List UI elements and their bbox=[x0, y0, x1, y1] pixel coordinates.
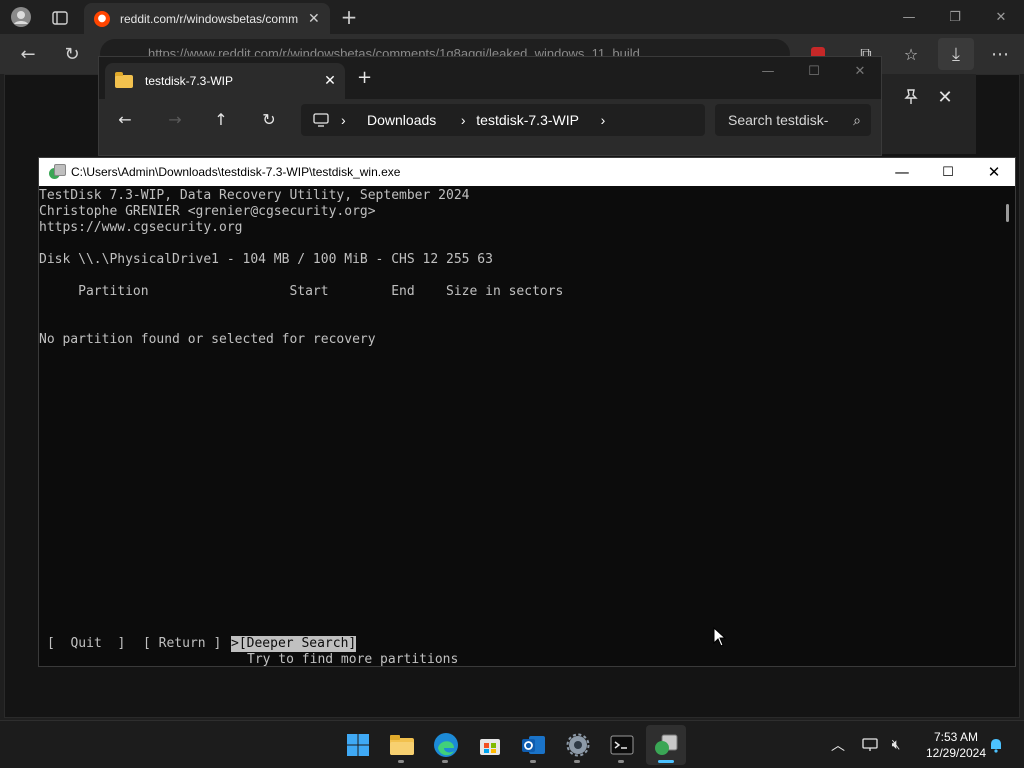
console-line-disk: Disk \\.\PhysicalDrive1 - 104 MB / 100 M… bbox=[39, 252, 493, 267]
running-indicator bbox=[442, 760, 448, 763]
console-scrollbar[interactable] bbox=[1001, 186, 1015, 666]
new-tab-icon[interactable]: + bbox=[357, 67, 372, 88]
breadcrumb-current-folder[interactable]: testdisk-7.3-WIP bbox=[476, 112, 593, 128]
back-icon[interactable]: ← bbox=[16, 42, 40, 66]
menu-deeper-search[interactable]: >[Deeper Search] bbox=[231, 636, 357, 652]
mouse-pointer-icon bbox=[713, 627, 727, 647]
breadcrumb[interactable]: › Downloads › testdisk-7.3-WIP › bbox=[301, 104, 705, 136]
running-indicator bbox=[398, 760, 404, 763]
reddit-icon: ● bbox=[94, 10, 110, 27]
browser-restore-icon[interactable]: ❐ bbox=[932, 0, 978, 34]
more-menu-icon[interactable]: ⋯ bbox=[988, 44, 1012, 65]
outlook-icon bbox=[522, 736, 545, 754]
folder-icon bbox=[115, 71, 133, 88]
tab-actions-icon[interactable] bbox=[48, 8, 72, 28]
browser-close-icon[interactable]: ✕ bbox=[978, 0, 1024, 34]
menu-return[interactable]: [ Return ] bbox=[143, 636, 221, 652]
downloads-flyout-header: ✕ bbox=[882, 74, 976, 154]
refresh-icon[interactable]: ↻ bbox=[60, 42, 84, 66]
chevron-right-icon: › bbox=[460, 112, 466, 128]
pc-icon[interactable] bbox=[301, 113, 341, 127]
browser-minimize-icon[interactable]: — bbox=[886, 0, 932, 34]
menu-quit[interactable]: [ Quit ] bbox=[47, 636, 125, 652]
browser-tab-title: reddit.com/r/windowsbetas/comm bbox=[120, 11, 299, 26]
refresh-icon[interactable]: ↻ bbox=[257, 107, 281, 131]
console-line-status: No partition found or selected for recov… bbox=[39, 332, 376, 347]
console-close-icon[interactable]: ✕ bbox=[971, 158, 1017, 186]
explorer-toolbar: ← → ↑ ↻ › Downloads › testdisk-7.3-WIP ›… bbox=[99, 99, 881, 155]
edge-icon bbox=[434, 733, 458, 757]
console-maximize-icon[interactable]: ☐ bbox=[925, 158, 971, 186]
taskbar-outlook[interactable] bbox=[514, 725, 554, 765]
up-icon[interactable]: ↑ bbox=[209, 107, 233, 131]
console-titlebar: C:\Users\Admin\Downloads\testdisk-7.3-WI… bbox=[39, 158, 1015, 186]
downloads-icon[interactable]: ⤓ bbox=[938, 38, 974, 70]
explorer-maximize-icon[interactable]: ☐ bbox=[791, 57, 837, 85]
pin-icon[interactable] bbox=[900, 86, 922, 108]
browser-tab-bar: ● reddit.com/r/windowsbetas/comm ✕ + — ❐… bbox=[0, 0, 1024, 34]
scrollbar-thumb[interactable] bbox=[1006, 204, 1009, 222]
forward-icon[interactable]: → bbox=[163, 107, 187, 131]
explorer-close-icon[interactable]: ✕ bbox=[837, 57, 883, 85]
settings-gear-icon bbox=[566, 733, 590, 757]
taskbar-store[interactable] bbox=[470, 725, 510, 765]
console-minimize-icon[interactable]: — bbox=[879, 158, 925, 186]
favorites-icon[interactable]: ☆ bbox=[900, 44, 922, 64]
file-explorer-window: testdisk-7.3-WIP ✕ + — ☐ ✕ ← → ↑ ↻ › Dow… bbox=[98, 56, 882, 156]
folder-icon bbox=[390, 735, 414, 755]
back-icon[interactable]: ← bbox=[113, 107, 137, 131]
testdisk-app-icon bbox=[655, 734, 678, 755]
breadcrumb-downloads[interactable]: Downloads bbox=[367, 112, 450, 128]
explorer-tab[interactable]: testdisk-7.3-WIP ✕ bbox=[105, 63, 345, 99]
close-tab-icon[interactable]: ✕ bbox=[315, 73, 345, 89]
notification-bell-icon[interactable] bbox=[986, 735, 1006, 755]
console-output[interactable]: TestDisk 7.3-WIP, Data Recovery Utility,… bbox=[39, 186, 1001, 667]
close-tab-icon[interactable]: ✕ bbox=[308, 11, 320, 27]
running-indicator bbox=[530, 760, 536, 763]
testdisk-console-window: C:\Users\Admin\Downloads\testdisk-7.3-WI… bbox=[38, 157, 1016, 667]
explorer-titlebar: testdisk-7.3-WIP ✕ + — ☐ ✕ bbox=[99, 57, 881, 99]
windows-logo-icon bbox=[347, 734, 369, 756]
explorer-minimize-icon[interactable]: — bbox=[745, 57, 791, 85]
tray-chevron-up-icon[interactable]: ︿ bbox=[828, 735, 848, 755]
search-input[interactable]: Search testdisk- ⌕ bbox=[715, 104, 871, 136]
console-line-author: Christophe GRENIER <grenier@cgsecurity.o… bbox=[39, 204, 376, 219]
explorer-tab-title: testdisk-7.3-WIP bbox=[145, 74, 234, 88]
taskbar-terminal[interactable] bbox=[602, 725, 642, 765]
volume-muted-icon[interactable]: 🔇︎ bbox=[886, 735, 906, 755]
taskbar-testdisk[interactable] bbox=[646, 725, 686, 765]
search-icon: ⌕ bbox=[853, 111, 861, 128]
new-tab-icon[interactable]: + bbox=[338, 5, 360, 29]
close-flyout-icon[interactable]: ✕ bbox=[934, 86, 956, 108]
browser-tab-reddit[interactable]: ● reddit.com/r/windowsbetas/comm ✕ bbox=[84, 3, 330, 34]
terminal-icon bbox=[610, 735, 634, 755]
desktop: ● reddit.com/r/windowsbetas/comm ✕ + — ❐… bbox=[0, 0, 1024, 768]
console-line-columns: Partition Start End Size in sectors bbox=[39, 284, 564, 299]
console-title: C:\Users\Admin\Downloads\testdisk-7.3-WI… bbox=[71, 165, 401, 179]
console-line-url: https://www.cgsecurity.org bbox=[39, 220, 243, 235]
running-indicator bbox=[574, 760, 580, 763]
store-icon bbox=[480, 739, 500, 755]
taskbar-edge[interactable] bbox=[426, 725, 466, 765]
taskbar: ︿ 🔇︎ 7:53 AM 12/29/2024 bbox=[0, 720, 1024, 768]
network-icon[interactable] bbox=[860, 735, 880, 755]
chevron-right-icon[interactable]: › bbox=[593, 112, 613, 128]
console-line-header: TestDisk 7.3-WIP, Data Recovery Utility,… bbox=[39, 188, 470, 203]
chevron-right-icon: › bbox=[341, 112, 346, 128]
search-placeholder: Search testdisk- bbox=[728, 112, 829, 128]
taskbar-settings[interactable] bbox=[558, 725, 598, 765]
menu-hint: Try to find more partitions bbox=[247, 652, 459, 667]
testdisk-app-icon bbox=[49, 164, 66, 180]
profile-avatar-icon[interactable] bbox=[8, 5, 34, 29]
running-indicator bbox=[618, 760, 624, 763]
start-button[interactable] bbox=[338, 725, 378, 765]
active-indicator bbox=[658, 760, 674, 763]
taskbar-file-explorer[interactable] bbox=[382, 725, 422, 765]
